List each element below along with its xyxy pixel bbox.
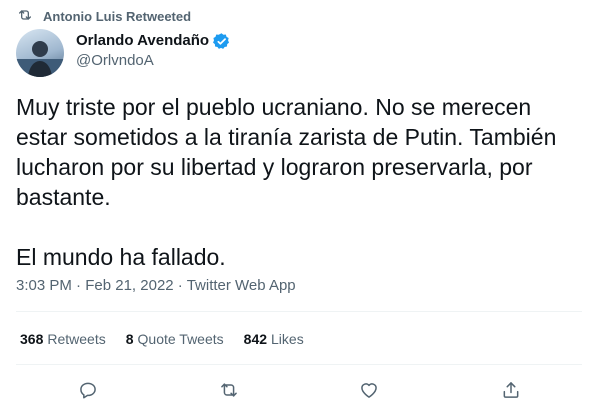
retweet-action-icon — [221, 383, 237, 397]
meta-separator-1: · — [71, 277, 86, 294]
quote-tweets-count: 8 — [125, 331, 134, 347]
divider-top — [16, 311, 582, 312]
retweet-icon — [17, 7, 33, 26]
meta-separator-2: · — [173, 277, 187, 294]
tweet-paragraph-1: Muy triste por el pueblo ucraniano. No s… — [16, 94, 557, 210]
quote-tweets-stat[interactable]: 8 Quote Tweets — [126, 331, 224, 347]
tweet-paragraph-2: El mundo ha fallado. — [16, 244, 226, 270]
quote-tweets-label: Quote Tweets — [137, 331, 224, 347]
share-button[interactable] — [497, 376, 525, 404]
share-icon — [503, 382, 519, 398]
author-block: Orlando Avendaño @OrlvndoA — [76, 31, 231, 71]
avatar-image — [16, 41, 64, 77]
likes-stat[interactable]: 842 Likes — [244, 331, 304, 347]
avatar[interactable] — [16, 29, 64, 77]
retweets-label: Retweets — [47, 331, 106, 347]
retweet-banner[interactable]: Antonio Luis Retweeted — [17, 6, 191, 26]
author-handle[interactable]: @OrlvndoA — [76, 51, 231, 71]
tweet-date[interactable]: Feb 21, 2022 — [85, 277, 173, 294]
likes-count: 842 — [243, 331, 268, 347]
tweet-text: Muy triste por el pueblo ucraniano. No s… — [16, 92, 586, 272]
divider-bottom — [16, 364, 582, 365]
retweets-stat[interactable]: 368 Retweets — [20, 331, 106, 347]
retweet-button[interactable] — [215, 376, 243, 404]
like-button[interactable] — [355, 376, 383, 404]
action-bar — [0, 376, 598, 404]
author-name[interactable]: Orlando Avendaño — [76, 31, 209, 51]
tweet-stats: 368 Retweets 8 Quote Tweets 842 Likes — [20, 331, 304, 347]
retweets-count: 368 — [20, 331, 44, 347]
likes-label: Likes — [271, 331, 304, 347]
like-icon — [361, 383, 377, 398]
verified-badge-icon — [212, 32, 231, 51]
tweet-source[interactable]: Twitter Web App — [187, 277, 296, 294]
tweet-time[interactable]: 3:03 PM — [16, 277, 72, 294]
reply-icon — [80, 382, 96, 399]
reply-button[interactable] — [74, 376, 102, 404]
retweet-banner-text: Antonio Luis Retweeted — [43, 8, 192, 24]
tweet-meta: 3:03 PM · Feb 21, 2022 · Twitter Web App — [16, 277, 296, 294]
